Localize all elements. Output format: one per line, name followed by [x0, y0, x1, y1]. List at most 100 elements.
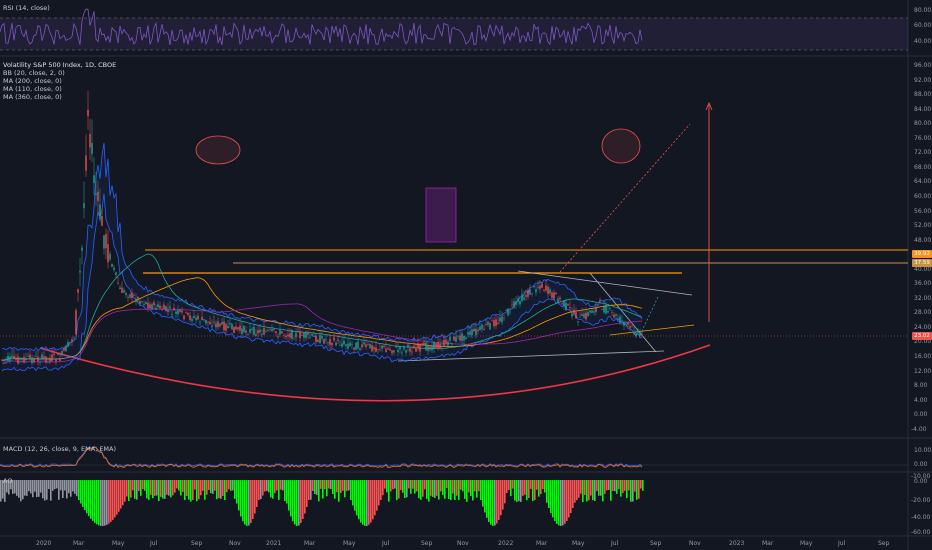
- candle-body: [117, 282, 119, 284]
- candle-body: [575, 312, 577, 319]
- candle-body: [245, 330, 247, 333]
- indicator-ma110-label[interactable]: MA (110, close, 0): [3, 85, 116, 93]
- candle-body: [523, 297, 525, 300]
- ao-bar: [590, 480, 592, 496]
- highlight-ellipse[interactable]: [601, 128, 641, 164]
- ao-bar: [484, 480, 486, 513]
- time-axis-label: May: [800, 540, 813, 547]
- ao-bar: [202, 480, 204, 491]
- trend-line[interactable]: [609, 324, 695, 336]
- candle-body: [379, 349, 381, 351]
- ao-bar: [28, 480, 30, 492]
- ao-bar: [72, 480, 74, 492]
- ao-bar: [518, 480, 520, 502]
- candle-body: [105, 233, 107, 249]
- candle-body: [187, 312, 189, 315]
- ao-bar: [156, 480, 158, 496]
- candle-body: [565, 302, 567, 311]
- ao-bar: [268, 480, 270, 493]
- candle-body: [347, 343, 349, 349]
- candle-body: [497, 322, 499, 324]
- ao-bar: [384, 480, 386, 489]
- highlight-ellipse[interactable]: [195, 135, 241, 165]
- ao-bar: [98, 480, 100, 526]
- ao-bar: [32, 480, 34, 498]
- candle-body: [573, 309, 575, 314]
- macd-legend[interactable]: MACD (12, 26, close, 9, EMA, EMA): [3, 445, 116, 453]
- ao-bar: [360, 480, 362, 523]
- ao-bar: [292, 480, 294, 522]
- ao-bar: [306, 480, 308, 507]
- candle-body: [307, 333, 309, 335]
- indicator-ma360-label[interactable]: MA (360, close, 0): [3, 93, 116, 101]
- highlight-rectangle[interactable]: [425, 187, 457, 243]
- candle-body: [309, 337, 311, 338]
- candle-body: [295, 332, 297, 338]
- candle-body: [333, 337, 335, 341]
- candle-body: [455, 336, 457, 342]
- candle-body: [467, 332, 469, 335]
- candle-body: [199, 321, 201, 323]
- time-axis-label: Jul: [150, 540, 158, 547]
- ao-bar: [630, 480, 632, 502]
- ao-bar: [426, 480, 428, 499]
- candle-body: [541, 283, 543, 288]
- candle-body: [603, 306, 605, 313]
- ao-bar: [472, 480, 474, 501]
- candle-body: [337, 339, 339, 341]
- candle-body: [331, 343, 333, 346]
- candle-body: [445, 339, 447, 344]
- rsi-pane[interactable]: [0, 8, 908, 51]
- ao-bar: [174, 480, 176, 493]
- chart-canvas[interactable]: [0, 0, 932, 550]
- ao-bar: [282, 480, 284, 491]
- main-legend[interactable]: Volatility S&P 500 Index, 1D, CBOE BB (2…: [3, 61, 116, 101]
- ao-bar: [366, 480, 368, 526]
- time-axis-label: 2020: [36, 540, 52, 547]
- ao-bar: [530, 480, 532, 489]
- candle-body: [525, 295, 527, 297]
- ao-bar: [312, 480, 314, 491]
- ao-bar: [110, 480, 112, 522]
- ao-histogram[interactable]: [0, 480, 644, 526]
- ao-legend[interactable]: AO: [3, 477, 12, 485]
- ao-bar: [52, 480, 54, 491]
- price-axis-tick: -4.00: [911, 425, 927, 433]
- candle-body: [257, 330, 259, 334]
- candle-body: [433, 341, 435, 349]
- candle-body: [53, 353, 55, 356]
- indicator-bb-label[interactable]: BB (20, close, 2, 0): [3, 69, 116, 77]
- ao-bar: [148, 480, 150, 500]
- ao-bar: [486, 480, 488, 518]
- rsi-legend[interactable]: RSI (14, close): [3, 4, 50, 12]
- symbol-title[interactable]: Volatility S&P 500 Index, 1D, CBOE: [3, 61, 116, 69]
- ao-bar: [88, 480, 90, 517]
- candle-body: [453, 336, 455, 341]
- ao-bar: [382, 480, 384, 496]
- ao-bar: [298, 480, 300, 526]
- candle-body: [321, 335, 323, 339]
- price-axis-tick: 12.00: [914, 367, 932, 375]
- candle-body: [631, 325, 633, 327]
- indicator-ma200-label[interactable]: MA (200, close, 0): [3, 77, 116, 85]
- candle-body: [329, 339, 331, 345]
- ao-bar: [408, 480, 410, 489]
- price-candles[interactable]: [1, 91, 643, 366]
- ao-bar: [524, 480, 526, 495]
- main-pane[interactable]: [0, 91, 908, 402]
- ao-axis-tick: 0.00: [914, 478, 928, 485]
- time-axis-label: Jul: [382, 540, 390, 547]
- ao-bar: [316, 480, 318, 495]
- ao-bar: [576, 480, 578, 501]
- candle-body: [447, 341, 449, 346]
- candle-body: [381, 345, 383, 349]
- macd-pane[interactable]: [0, 446, 908, 469]
- ao-bar: [242, 480, 244, 522]
- candle-body: [135, 299, 137, 302]
- ao-bar: [470, 480, 472, 497]
- price-axis-tick: 16.00: [914, 353, 932, 360]
- ao-bar: [180, 480, 182, 496]
- ao-bar: [18, 480, 20, 498]
- ao-bar: [450, 480, 452, 501]
- ao-bar: [494, 480, 496, 526]
